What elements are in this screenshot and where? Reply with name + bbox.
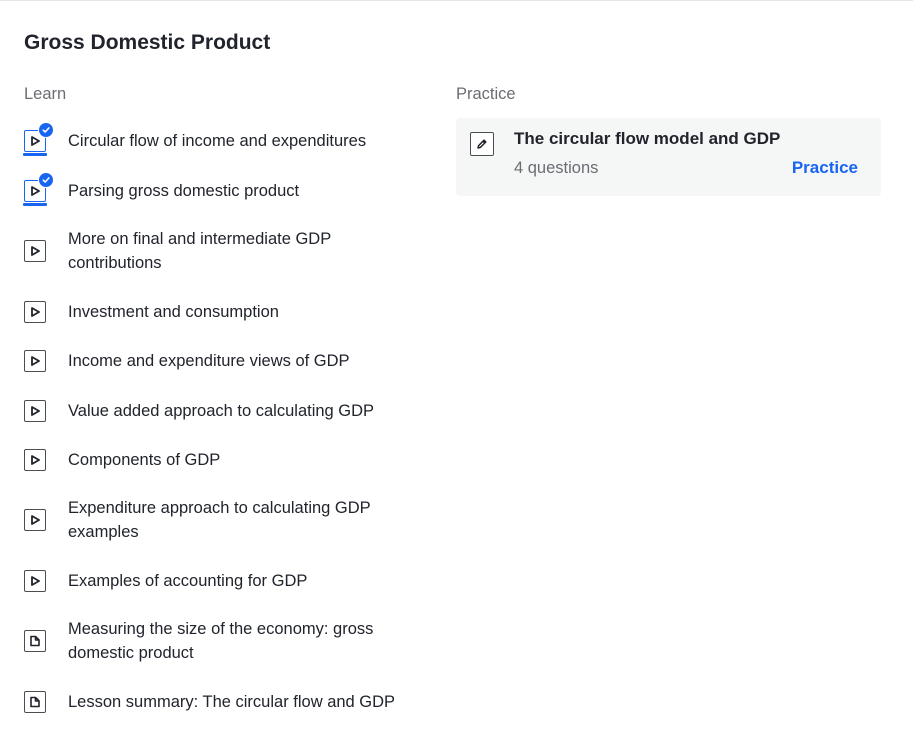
lesson-label: Components of GDP bbox=[68, 451, 221, 469]
practice-section-label: Practice bbox=[456, 85, 516, 103]
practice-button[interactable]: Practice bbox=[792, 158, 858, 178]
lesson-item[interactable]: Components of GDP bbox=[24, 448, 444, 472]
play-icon bbox=[24, 449, 46, 471]
unit-page: Gross Domestic Product Learn Practice Ci… bbox=[0, 0, 913, 752]
lesson-label: Income and expenditure views of GDP bbox=[68, 352, 350, 370]
play-icon bbox=[23, 172, 54, 206]
lesson-label: Value added approach to calculating GDP bbox=[68, 402, 375, 420]
lesson-label: Lesson summary: The circular flow and GD… bbox=[68, 693, 396, 711]
lesson-item[interactable]: Expenditure approach to calculating GDP … bbox=[24, 496, 444, 544]
lesson-label: Circular flow of income and expenditures bbox=[68, 132, 367, 150]
practice-title: The circular flow model and GDP bbox=[514, 129, 781, 148]
play-icon bbox=[24, 509, 46, 531]
lesson-label: Expenditure approach to calculating GDP … bbox=[68, 499, 371, 541]
lesson-item[interactable]: Examples of accounting for GDP bbox=[24, 569, 444, 593]
lesson-item[interactable]: Lesson summary: The circular flow and GD… bbox=[24, 690, 444, 714]
lesson-item[interactable]: More on final and intermediate GDP contr… bbox=[24, 227, 444, 275]
completed-check-icon bbox=[38, 122, 54, 138]
lesson-item[interactable]: Circular flow of income and expenditures bbox=[23, 122, 444, 156]
lesson-item[interactable]: Measuring the size of the economy: gross… bbox=[24, 617, 444, 665]
play-icon bbox=[24, 400, 46, 422]
play-icon bbox=[24, 240, 46, 262]
lesson-item[interactable]: Parsing gross domestic product bbox=[23, 172, 444, 206]
play-icon bbox=[24, 301, 46, 323]
article-icon bbox=[24, 630, 46, 652]
lesson-label: More on final and intermediate GDP contr… bbox=[68, 230, 331, 272]
lesson-item[interactable]: Investment and consumption bbox=[24, 300, 444, 324]
lesson-label: Parsing gross domestic product bbox=[68, 182, 300, 200]
pencil-icon bbox=[470, 132, 494, 156]
learn-section-label: Learn bbox=[24, 85, 67, 103]
completed-check-icon bbox=[38, 172, 54, 188]
lesson-label: Examples of accounting for GDP bbox=[68, 572, 308, 590]
article-icon bbox=[24, 691, 46, 713]
play-icon bbox=[24, 570, 46, 592]
lesson-item[interactable]: Income and expenditure views of GDP bbox=[24, 349, 444, 373]
lesson-label: Measuring the size of the economy: gross… bbox=[68, 620, 374, 662]
page-title: Gross Domestic Product bbox=[24, 31, 271, 54]
play-icon bbox=[24, 350, 46, 372]
play-icon bbox=[23, 122, 54, 156]
practice-card[interactable]: The circular flow model and GDP 4 questi… bbox=[456, 118, 881, 196]
question-count: 4 questions bbox=[514, 159, 599, 177]
lesson-label: Investment and consumption bbox=[68, 303, 279, 321]
lesson-item[interactable]: Value added approach to calculating GDP bbox=[24, 399, 444, 423]
